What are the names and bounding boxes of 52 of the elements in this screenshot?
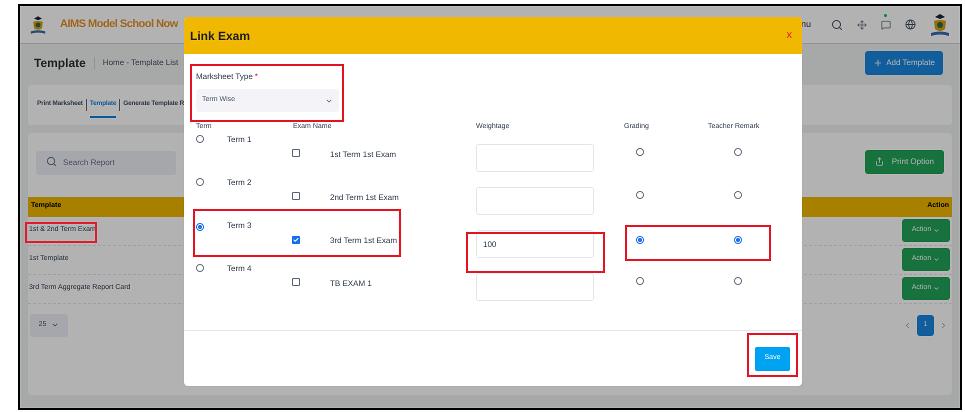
annotation-frame — [25, 222, 97, 243]
close-button[interactable]: x — [786, 30, 792, 41]
grading-radio[interactable] — [636, 148, 644, 156]
term-label: Term 3 — [227, 220, 252, 232]
chevron-down-icon — [933, 256, 940, 263]
add-template-button[interactable]: Add Template — [865, 51, 943, 75]
page-title: Template — [34, 55, 86, 72]
grading-radio[interactable] — [636, 236, 644, 244]
term-radio[interactable] — [196, 264, 204, 272]
profile-avatar-icon — [930, 12, 950, 38]
annotation-frame — [747, 333, 798, 377]
field-label: Marksheet Type — [196, 71, 253, 83]
weightage-field[interactable] — [476, 273, 594, 301]
teacher-remark-radio[interactable] — [734, 277, 742, 285]
chevron-down-icon — [933, 285, 940, 292]
chat-icon[interactable] — [881, 20, 891, 30]
teacher-remark-radio[interactable] — [734, 148, 742, 156]
grading-radio[interactable] — [636, 191, 644, 199]
globe-icon[interactable] — [905, 19, 916, 30]
term-label: Term 1 — [227, 134, 252, 146]
dialog-title: Link Exam — [190, 28, 250, 44]
teacher-remark-radio[interactable] — [734, 191, 742, 199]
exam-checkbox[interactable] — [292, 192, 300, 200]
school-name: AIMS Model School Now — [60, 17, 178, 32]
exam-name: TB EXAM 1 — [330, 278, 372, 290]
share-icon — [874, 157, 884, 166]
plus-icon — [873, 58, 884, 68]
weightage-field[interactable] — [476, 144, 594, 172]
exam-checkbox[interactable] — [292, 236, 300, 244]
exam-checkbox[interactable] — [292, 149, 300, 157]
term-label: Term 2 — [227, 177, 252, 189]
print-option-button[interactable]: Print Option — [864, 150, 944, 174]
move-icon[interactable] — [857, 20, 867, 30]
school-logo-icon — [30, 14, 46, 34]
exam-name: 2nd Term 1st Exam — [330, 192, 399, 204]
grading-radio[interactable] — [636, 277, 644, 285]
teacher-remark-radio[interactable] — [734, 236, 742, 244]
weightage-field[interactable] — [476, 187, 594, 215]
breadcrumb: Home - Template List — [102, 57, 178, 69]
term-radio[interactable] — [196, 178, 204, 186]
term-label: Term 4 — [227, 263, 252, 275]
term-radio[interactable] — [196, 135, 204, 143]
search-field[interactable]: Search Report — [36, 150, 176, 174]
weightage-field[interactable]: 100 — [476, 230, 594, 258]
required-mark: * — [254, 71, 258, 83]
exam-name: 1st Term 1st Exam — [330, 149, 396, 161]
search-icon[interactable] — [831, 18, 843, 30]
term-radio[interactable] — [196, 223, 204, 231]
chevron-down-icon — [933, 227, 940, 234]
exam-checkbox[interactable] — [292, 278, 300, 286]
chevron-down-icon — [51, 321, 60, 329]
exam-name: 3rd Term 1st Exam — [330, 235, 397, 247]
